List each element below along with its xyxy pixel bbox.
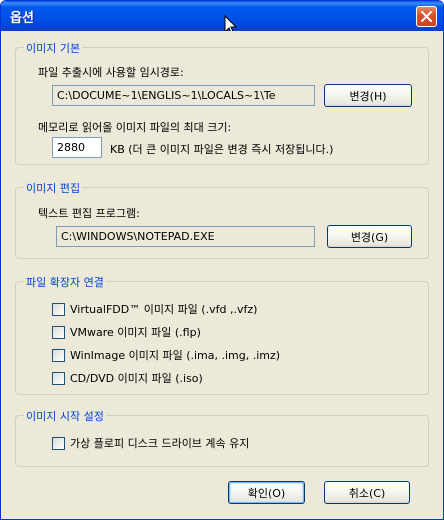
assoc-iso-option[interactable]: CD/DVD 이미지 파일 (.iso) (52, 370, 203, 386)
assoc-vfd-checkbox[interactable] (52, 302, 65, 316)
assoc-iso-checkbox[interactable] (52, 371, 65, 385)
title-bar[interactable]: 옵션 (1, 1, 443, 31)
temp-path-label: 파일 추출시에 사용할 임시경로: (38, 66, 184, 79)
max-size-input[interactable]: 2880 (52, 137, 102, 158)
change-editor-button[interactable]: 변경(G) (327, 225, 412, 248)
keep-drive-label: 가상 플로피 디스크 드라이브 계속 유지 (70, 437, 250, 450)
editor-label: 텍스트 편집 프로그램: (38, 207, 140, 220)
assoc-vfd-label: VirtualFDD™ 이미지 파일 (.vfd ,.vfz) (70, 303, 258, 316)
group-file-assoc-legend: 파일 확장자 연결 (24, 274, 106, 290)
group-image-startup-legend: 이미지 시작 설정 (24, 408, 106, 424)
keep-drive-option[interactable]: 가상 플로피 디스크 드라이브 계속 유지 (52, 435, 249, 451)
assoc-iso-label: CD/DVD 이미지 파일 (.iso) (70, 372, 203, 385)
group-image-edit-legend: 이미지 편집 (24, 180, 83, 196)
assoc-flp-option[interactable]: VMware 이미지 파일 (.flp) (52, 324, 201, 340)
keep-drive-checkbox[interactable] (52, 436, 65, 450)
ok-button[interactable]: 확인(O) (228, 481, 305, 504)
close-icon (421, 11, 432, 22)
assoc-flp-label: VMware 이미지 파일 (.flp) (70, 326, 201, 339)
cancel-button[interactable]: 취소(C) (324, 481, 410, 504)
editor-path-field[interactable]: C:\WINDOWS\NOTEPAD.EXE (56, 226, 315, 247)
close-button[interactable] (416, 6, 437, 27)
max-size-note: KB (더 큰 이미지 파일은 변경 즉시 저장됩니다.) (110, 143, 334, 156)
assoc-ima-option[interactable]: WinImage 이미지 파일 (.ima, .img, .imz) (52, 347, 280, 363)
change-temp-path-button[interactable]: 변경(H) (324, 84, 412, 107)
window-title: 옵션 (10, 11, 34, 26)
max-size-label: 메모리로 읽어올 이미지 파일의 최대 크기: (38, 121, 232, 134)
assoc-ima-label: WinImage 이미지 파일 (.ima, .img, .imz) (70, 349, 281, 362)
options-dialog: 옵션 이미지 기본 파일 추출시에 사용할 임시경로: C:\DOCUME~1\… (0, 0, 444, 520)
group-file-assoc: 파일 확장자 연결 VirtualFDD™ 이미지 파일 (.vfd ,.vfz… (15, 274, 429, 395)
group-image-basic-legend: 이미지 기본 (24, 40, 83, 56)
dialog-body: 이미지 기본 파일 추출시에 사용할 임시경로: C:\DOCUME~1\ENG… (4, 31, 440, 517)
group-image-basic: 이미지 기본 파일 추출시에 사용할 임시경로: C:\DOCUME~1\ENG… (15, 40, 429, 165)
assoc-ima-checkbox[interactable] (52, 348, 65, 362)
assoc-vfd-option[interactable]: VirtualFDD™ 이미지 파일 (.vfd ,.vfz) (52, 301, 257, 317)
temp-path-field[interactable]: C:\DOCUME~1\ENGLIS~1\LOCALS~1\Te (52, 85, 315, 106)
assoc-flp-checkbox[interactable] (52, 325, 65, 339)
group-image-edit: 이미지 편집 텍스트 편집 프로그램: C:\WINDOWS\NOTEPAD.E… (15, 180, 429, 259)
group-image-startup: 이미지 시작 설정 가상 플로피 디스크 드라이브 계속 유지 (15, 408, 429, 467)
